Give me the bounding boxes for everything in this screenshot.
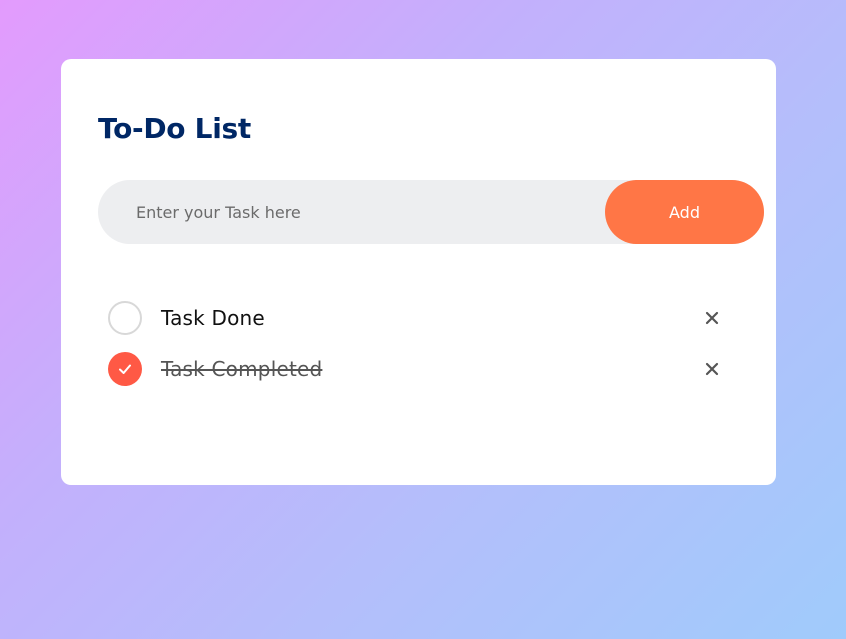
- close-icon[interactable]: [700, 306, 724, 330]
- close-icon[interactable]: [700, 357, 724, 381]
- task-input-row: Add: [98, 180, 764, 244]
- task-list: Task Done Task Completed: [108, 287, 728, 399]
- task-text: Task Completed: [161, 356, 323, 381]
- add-button[interactable]: Add: [605, 180, 764, 244]
- task-input[interactable]: [98, 180, 598, 244]
- todo-card: To-Do List Add Task Done Task Completed: [61, 59, 776, 485]
- unchecked-circle-icon[interactable]: [108, 300, 142, 335]
- checked-circle-icon[interactable]: [108, 351, 142, 386]
- task-text: Task Done: [161, 305, 265, 330]
- page-title: To-Do List: [98, 112, 251, 145]
- list-item[interactable]: Task Completed: [108, 338, 728, 399]
